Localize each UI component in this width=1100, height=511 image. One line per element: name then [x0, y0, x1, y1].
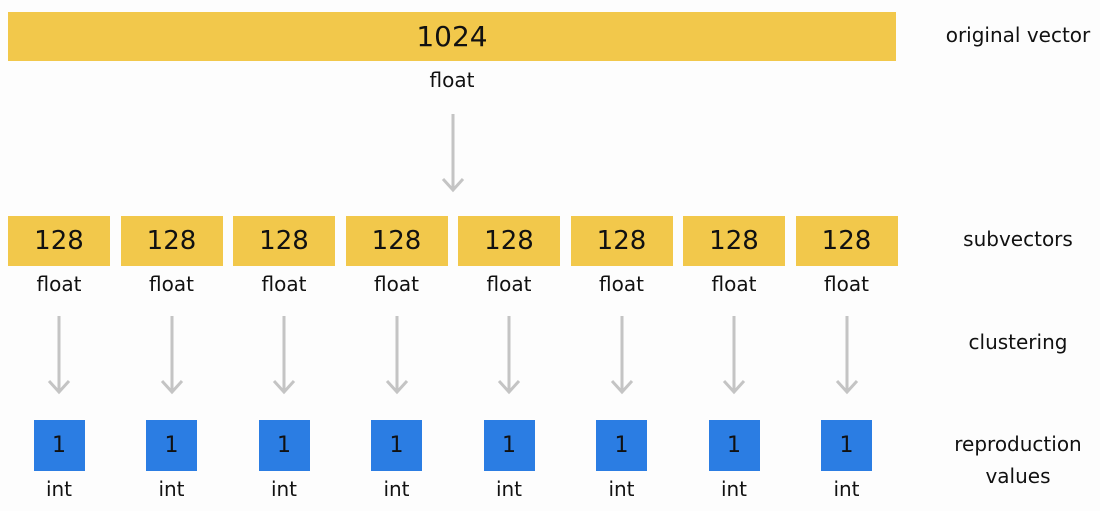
subvector-type: float: [374, 272, 419, 296]
subvector-type: float: [824, 272, 869, 296]
code-type: int: [608, 477, 635, 501]
code-type: int: [833, 477, 860, 501]
code-box: 1: [33, 420, 85, 471]
down-arrow-icon: [272, 316, 296, 395]
code-type: int: [720, 477, 748, 501]
code-box: 1: [371, 420, 422, 471]
code-value: 1: [277, 433, 291, 458]
down-arrow-icon: [160, 316, 183, 395]
label-reproduction-line1: reproduction: [954, 432, 1082, 456]
label-reproduction-values: reproduction values: [943, 428, 1093, 492]
code-box: 1: [708, 420, 760, 471]
code-type: int: [158, 477, 185, 501]
original-vector-type: float: [429, 68, 475, 92]
down-arrow-icon: [610, 316, 633, 395]
code-value: 1: [389, 433, 404, 458]
code-type: int: [270, 477, 298, 501]
code-type: int: [383, 477, 410, 501]
down-arrow-icon: [722, 316, 746, 395]
subvector-box: 128: [795, 216, 898, 266]
code-value: 1: [164, 433, 179, 458]
subvector-size: 128: [484, 226, 534, 256]
code-box: 1: [146, 420, 197, 471]
subvector-type: float: [261, 272, 307, 296]
subvector-box: 128: [8, 216, 110, 266]
subvector-type: float: [711, 272, 757, 296]
subvector-box: 128: [345, 216, 448, 266]
code-box: 1: [258, 420, 310, 471]
subvector-box: 128: [233, 216, 335, 266]
down-arrow-icon: [47, 316, 71, 395]
original-vector-bar: 1024: [8, 12, 896, 61]
down-arrow-icon: [441, 114, 465, 193]
subvector-type: float: [149, 272, 194, 296]
code-box: 1: [821, 420, 872, 471]
code-value: 1: [614, 433, 629, 458]
subvector-box: 128: [570, 216, 673, 266]
label-subvectors: subvectors: [963, 227, 1073, 251]
label-original-vector: original vector: [945, 23, 1091, 47]
subvector-size: 128: [709, 226, 759, 256]
original-vector-size: 1024: [416, 20, 488, 53]
code-value: 1: [52, 433, 66, 458]
down-arrow-icon: [385, 316, 408, 395]
label-clustering: clustering: [968, 330, 1068, 354]
label-reproduction-line2: values: [985, 464, 1051, 488]
subvector-size: 128: [596, 226, 647, 256]
subvector-box: 128: [458, 216, 560, 266]
down-arrow-icon: [497, 316, 521, 395]
code-type: int: [45, 477, 73, 501]
code-value: 1: [502, 433, 516, 458]
subvector-type: float: [36, 272, 82, 296]
code-box: 1: [596, 420, 647, 471]
down-arrow-icon: [835, 316, 858, 395]
code-box: 1: [483, 420, 535, 471]
subvector-box: 128: [120, 216, 223, 266]
subvector-size: 128: [146, 226, 197, 256]
subvector-size: 128: [821, 226, 872, 256]
code-value: 1: [839, 433, 854, 458]
subvector-size: 128: [34, 226, 84, 256]
subvector-size: 128: [371, 226, 422, 256]
subvector-type: float: [486, 272, 532, 296]
code-value: 1: [727, 433, 741, 458]
subvector-type: float: [599, 272, 644, 296]
code-type: int: [495, 477, 523, 501]
subvector-box: 128: [683, 216, 785, 266]
subvector-size: 128: [259, 226, 309, 256]
